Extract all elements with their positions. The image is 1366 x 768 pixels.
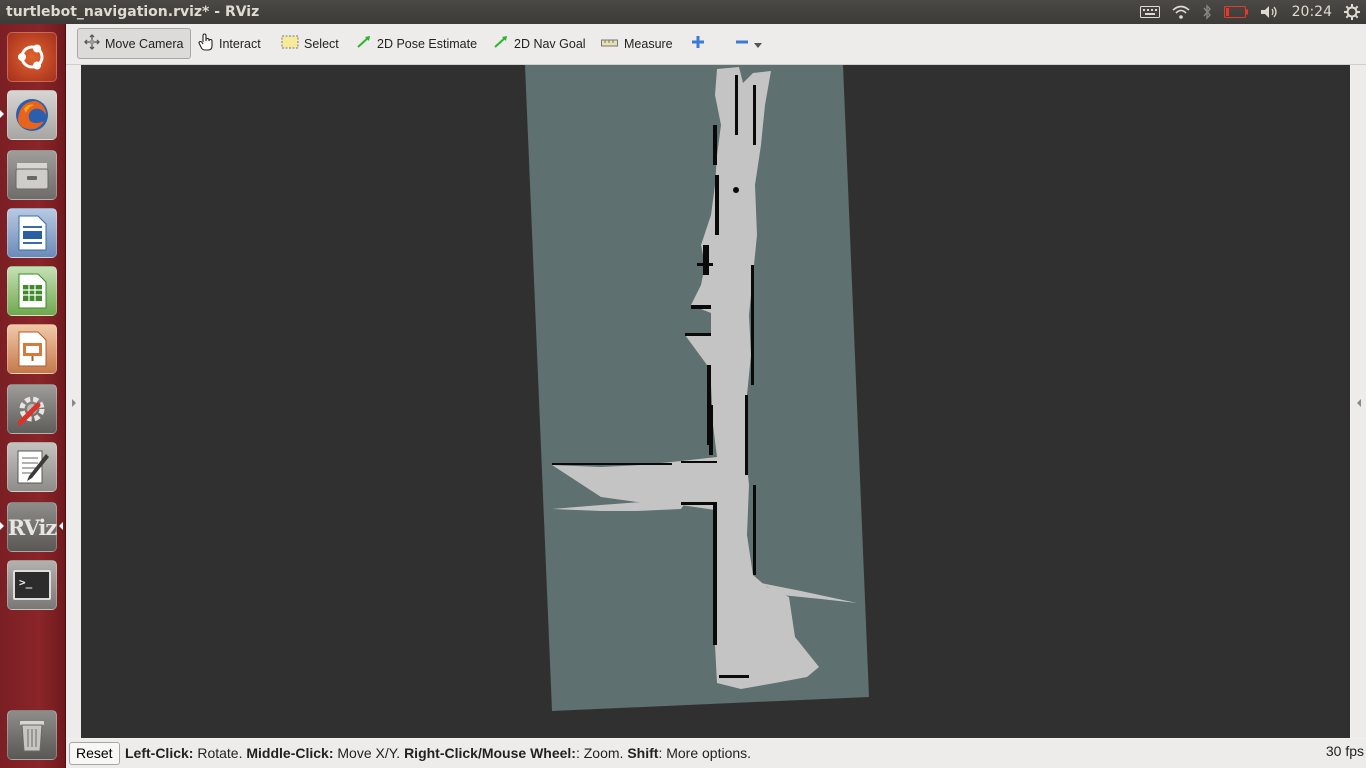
- interact-button[interactable]: Interact: [192, 28, 267, 59]
- clock[interactable]: 20:24: [1292, 0, 1332, 24]
- map-unknown-area: [525, 65, 869, 711]
- ruler-icon: [601, 37, 619, 51]
- hand-pointer-icon: [198, 33, 214, 54]
- status-hint: Left-Click: Rotate. Middle-Click: Move X…: [125, 739, 751, 768]
- minus-icon: [735, 35, 749, 52]
- system-settings-icon[interactable]: [7, 384, 57, 434]
- 2d-pose-estimate-label: 2D Pose Estimate: [377, 36, 478, 51]
- plus-icon: [691, 35, 705, 52]
- rviz-icon-label: RViz: [7, 514, 58, 540]
- fps-counter: 30 fps: [1325, 743, 1364, 759]
- libreoffice-calc-icon[interactable]: [7, 266, 57, 316]
- hint-right-click-key: Right-Click/Mouse Wheel:: [404, 745, 576, 761]
- 2d-nav-goal-label: 2D Nav Goal: [514, 36, 586, 51]
- running-indicator: [0, 522, 4, 530]
- bluetooth-icon[interactable]: [1202, 0, 1212, 24]
- status-bar: Reset Left-Click: Rotate. Middle-Click: …: [66, 739, 1366, 768]
- interact-label: Interact: [219, 36, 261, 51]
- remove-tool-button[interactable]: [729, 28, 768, 59]
- add-tool-button[interactable]: [685, 28, 711, 59]
- move-camera-label: Move Camera: [105, 36, 184, 51]
- window-title: turtlebot_navigation.rviz* - RViz: [6, 4, 260, 20]
- ubuntu-dash-icon[interactable]: [7, 32, 57, 82]
- rviz-toolbar: Move Camera Interact Select 2D Pose Esti…: [66, 24, 1366, 65]
- pose-arrow-icon: [356, 35, 372, 52]
- running-indicator: [0, 110, 4, 118]
- rviz-icon[interactable]: RViz: [7, 502, 57, 552]
- hint-left-click-key: Left-Click:: [125, 745, 194, 761]
- volume-icon[interactable]: [1260, 0, 1280, 24]
- reset-button[interactable]: Reset: [69, 742, 120, 765]
- settings-gear-icon[interactable]: [1344, 0, 1360, 24]
- firefox-icon[interactable]: [7, 90, 57, 140]
- move-camera-button[interactable]: Move Camera: [77, 28, 191, 59]
- wifi-icon[interactable]: [1172, 0, 1190, 24]
- hint-left-click-value: Rotate.: [193, 745, 247, 761]
- unity-launcher: RViz >_: [0, 24, 66, 768]
- hint-middle-click-key: Middle-Click:: [246, 745, 334, 761]
- libreoffice-impress-icon[interactable]: [7, 324, 57, 374]
- left-panel-collapse-strip[interactable]: [66, 65, 81, 738]
- right-panel-collapse-strip[interactable]: [1351, 65, 1366, 738]
- move-camera-icon: [84, 34, 100, 53]
- 2d-nav-goal-button[interactable]: 2D Nav Goal: [487, 28, 592, 59]
- select-label: Select: [304, 36, 339, 51]
- battery-icon[interactable]: [1223, 0, 1248, 24]
- trash-icon[interactable]: [7, 710, 57, 760]
- occupancy-grid-map: [525, 65, 869, 711]
- hint-middle-click-value: Move X/Y.: [333, 745, 405, 761]
- terminal-icon-label: >_: [13, 570, 51, 600]
- measure-button[interactable]: Measure: [595, 28, 679, 59]
- keyboard-icon[interactable]: [1139, 0, 1160, 24]
- 2d-pose-estimate-button[interactable]: 2D Pose Estimate: [350, 28, 483, 59]
- terminal-icon[interactable]: >_: [7, 560, 57, 610]
- hint-right-click-value: : Zoom.: [575, 745, 628, 761]
- select-rect-icon: [281, 35, 299, 52]
- chevron-right-icon: [72, 399, 76, 407]
- text-editor-icon[interactable]: [7, 442, 57, 492]
- measure-label: Measure: [624, 36, 673, 51]
- chevron-left-icon: [1357, 399, 1361, 407]
- rviz-3d-viewport[interactable]: [81, 65, 1350, 738]
- files-icon[interactable]: [7, 150, 57, 200]
- nav-goal-arrow-icon: [493, 35, 509, 52]
- libreoffice-writer-icon[interactable]: [7, 208, 57, 258]
- hint-shift-key: Shift: [627, 745, 659, 761]
- top-menu-bar: turtlebot_navigation.rviz* - RViz 20:24: [0, 0, 1366, 24]
- focused-indicator: [59, 522, 63, 530]
- select-button[interactable]: Select: [275, 28, 345, 59]
- hint-shift-value: : More options.: [658, 745, 752, 761]
- chevron-down-icon: [754, 37, 762, 51]
- system-tray: 20:24: [1139, 0, 1360, 24]
